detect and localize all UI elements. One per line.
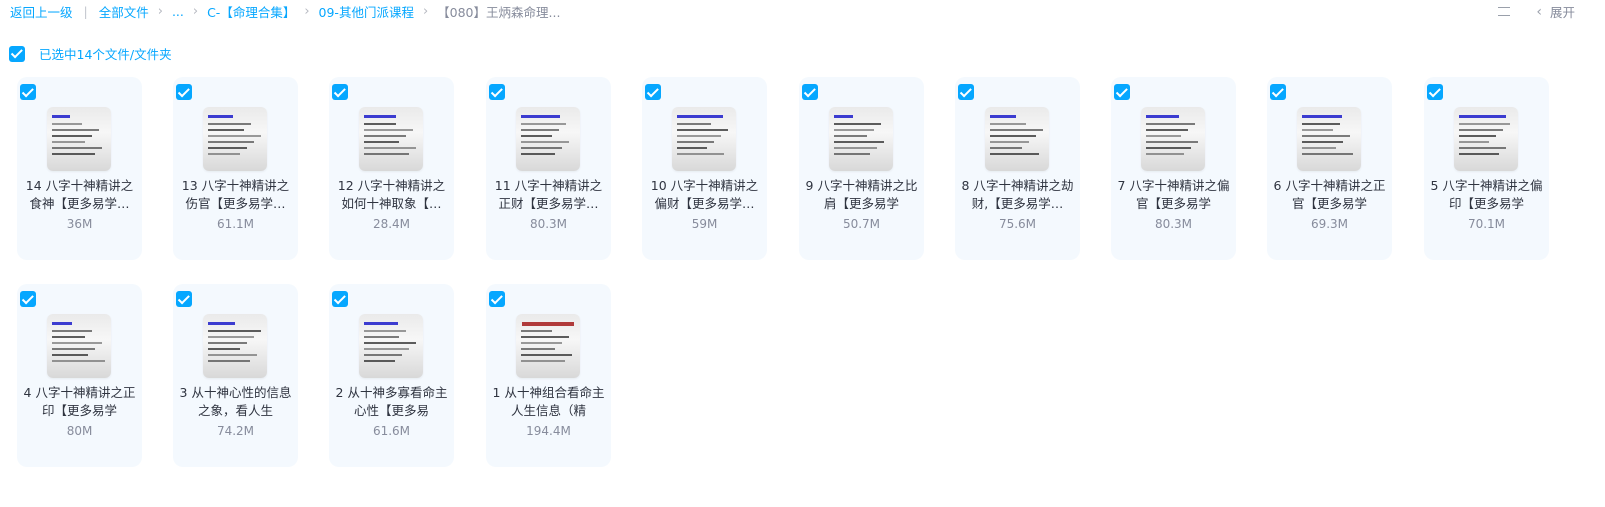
breadcrumb-all-files[interactable]: 全部文件: [99, 2, 149, 21]
file-name: 11 八字十神精讲之正财【更多易学…: [494, 178, 603, 211]
file-thumbnail: [672, 107, 736, 171]
file-checkbox[interactable]: [1270, 84, 1286, 100]
file-card[interactable]: 11 八字十神精讲之正财【更多易学… 80.3M: [486, 77, 611, 260]
file-card[interactable]: 7 八字十神精讲之偏官【更多易学 80.3M: [1111, 77, 1236, 260]
file-card[interactable]: 4 八字十神精讲之正印【更多易学 80M: [17, 284, 142, 467]
chevron-left-icon[interactable]: ‹: [1536, 4, 1542, 20]
file-card[interactable]: 8 八字十神精讲之劫财,【更多易学… 75.6M: [955, 77, 1080, 260]
breadcrumb-folder-1[interactable]: C-【命理合集】: [207, 2, 295, 21]
file-name: 10 八字十神精讲之偏财【更多易学…: [650, 178, 759, 211]
file-checkbox[interactable]: [489, 84, 505, 100]
file-name: 2 从十神多寡看命主心性【更多易: [335, 385, 448, 418]
file-thumbnail: [1141, 107, 1205, 171]
file-name: 5 八字十神精讲之偏印【更多易学: [1430, 178, 1543, 211]
select-all-checkbox[interactable]: [9, 45, 25, 62]
file-size: 36M: [66, 217, 93, 231]
file-size: 61.1M: [216, 217, 255, 231]
file-name: 8 八字十神精讲之劫财,【更多易学…: [961, 178, 1074, 211]
file-checkbox[interactable]: [489, 291, 505, 307]
file-checkbox[interactable]: [176, 84, 192, 100]
top-bar: 返回上一级 | 全部文件 › ... › C-【命理合集】 › 09-其他门派课…: [0, 0, 1605, 22]
file-card[interactable]: 13 八字十神精讲之伤官【更多易学… 61.1M: [173, 77, 298, 260]
chevron-right-icon: ›: [192, 4, 199, 19]
file-name: 9 八字十神精讲之比肩【更多易学: [805, 178, 918, 211]
file-name: 14 八字十神精讲之食神【更多易学…: [25, 178, 134, 211]
file-thumbnail: [359, 107, 423, 171]
file-thumbnail: [203, 107, 267, 171]
file-thumbnail: [985, 107, 1049, 171]
file-size: 61.6M: [372, 424, 411, 438]
file-checkbox[interactable]: [1114, 84, 1130, 100]
file-size: 194.4M: [526, 424, 571, 438]
chevron-right-icon: ›: [157, 4, 163, 19]
file-checkbox[interactable]: [176, 291, 192, 307]
file-thumbnail: [47, 107, 111, 171]
file-thumbnail: [1297, 107, 1361, 171]
view-controls: ‹ 展开: [1498, 2, 1575, 21]
file-card[interactable]: 14 八字十神精讲之食神【更多易学… 36M: [17, 77, 142, 260]
file-size: 70.1M: [1467, 217, 1506, 231]
selection-count: 已选中14个文件/文件夹: [39, 47, 172, 62]
expand-button[interactable]: 展开: [1550, 2, 1575, 21]
file-name: 4 八字十神精讲之正印【更多易学: [23, 385, 136, 418]
breadcrumb-current: 【080】王炳森命理...: [437, 5, 561, 20]
file-checkbox[interactable]: [332, 84, 348, 100]
divider: |: [83, 4, 88, 19]
file-checkbox[interactable]: [20, 291, 36, 307]
file-card[interactable]: 6 八字十神精讲之正官【更多易学 69.3M: [1267, 77, 1392, 260]
file-size: 80.3M: [1154, 217, 1193, 231]
file-name: 13 八字十神精讲之伤官【更多易学…: [181, 178, 290, 211]
file-card[interactable]: 9 八字十神精讲之比肩【更多易学 50.7M: [799, 77, 924, 260]
file-checkbox[interactable]: [20, 84, 36, 100]
file-card[interactable]: 1 从十神组合看命主人生信息（精 194.4M: [486, 284, 611, 467]
file-thumbnail: [1454, 107, 1518, 171]
file-size: 74.2M: [216, 424, 255, 438]
file-thumbnail: [516, 107, 580, 171]
file-card[interactable]: 2 从十神多寡看命主心性【更多易 61.6M: [329, 284, 454, 467]
breadcrumb-folder-2[interactable]: 09-其他门派课程: [319, 2, 414, 21]
file-card[interactable]: 3 从十神心性的信息之象，看人生 74.2M: [173, 284, 298, 467]
chevron-right-icon: ›: [304, 4, 310, 19]
selection-bar: 已选中14个文件/文件夹: [9, 44, 172, 63]
file-card[interactable]: 5 八字十神精讲之偏印【更多易学 70.1M: [1424, 77, 1549, 260]
file-name: 7 八字十神精讲之偏官【更多易学: [1117, 178, 1230, 211]
file-card[interactable]: 12 八字十神精讲之如何十神取象【… 28.4M: [329, 77, 454, 260]
file-size: 50.7M: [842, 217, 881, 231]
file-size: 69.3M: [1310, 217, 1349, 231]
file-checkbox[interactable]: [958, 84, 974, 100]
file-checkbox[interactable]: [1427, 84, 1443, 100]
chevron-right-icon: ›: [422, 4, 429, 19]
file-thumbnail: [203, 314, 267, 378]
file-thumbnail: [516, 314, 580, 378]
file-checkbox[interactable]: [645, 84, 661, 100]
file-thumbnail: [359, 314, 423, 378]
breadcrumb-ellipsis[interactable]: ...: [172, 4, 184, 19]
file-name: 12 八字十神精讲之如何十神取象【…: [337, 178, 446, 211]
file-size: 59M: [691, 217, 718, 231]
file-size: 28.4M: [372, 217, 411, 231]
file-name: 3 从十神心性的信息之象，看人生: [179, 385, 292, 418]
list-view-icon[interactable]: [1498, 6, 1511, 18]
file-size: 75.6M: [998, 217, 1037, 231]
file-thumbnail: [829, 107, 893, 171]
file-size: 80.3M: [529, 217, 568, 231]
file-checkbox[interactable]: [802, 84, 818, 100]
breadcrumb: 返回上一级 | 全部文件 › ... › C-【命理合集】 › 09-其他门派课…: [10, 2, 560, 21]
back-link[interactable]: 返回上一级: [10, 2, 73, 21]
file-name: 6 八字十神精讲之正官【更多易学: [1273, 178, 1386, 211]
file-size: 80M: [66, 424, 93, 438]
file-card[interactable]: 10 八字十神精讲之偏财【更多易学… 59M: [642, 77, 767, 260]
file-checkbox[interactable]: [332, 291, 348, 307]
file-name: 1 从十神组合看命主人生信息（精: [492, 385, 605, 418]
file-thumbnail: [47, 314, 111, 378]
